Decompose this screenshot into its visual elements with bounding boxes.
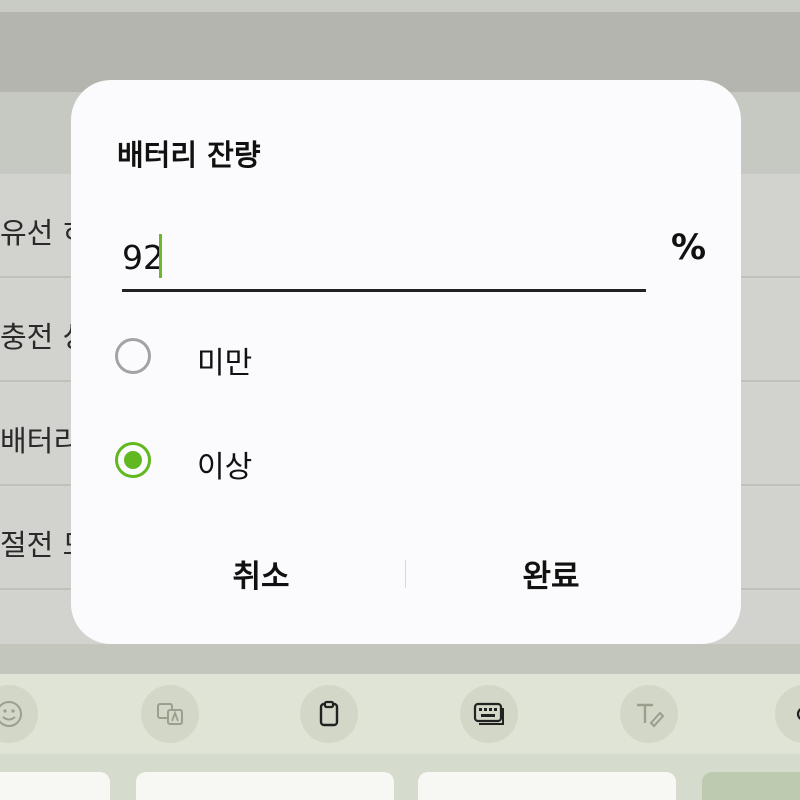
radio-button-below[interactable]: [115, 338, 151, 374]
keyboard-key[interactable]: [0, 772, 110, 800]
radio-button-above[interactable]: [115, 442, 151, 478]
dialog-title: 배터리 잔량: [117, 138, 261, 172]
cancel-button[interactable]: 취소: [161, 548, 361, 598]
clipboard-icon[interactable]: [300, 685, 358, 743]
option-below[interactable]: 미만: [115, 326, 675, 386]
more-icon[interactable]: [775, 685, 800, 743]
keyboard-keys: [0, 754, 800, 800]
option-label-above: 이상: [197, 450, 253, 485]
background-footer: [0, 644, 800, 674]
option-above[interactable]: 이상: [115, 430, 675, 490]
keyboard-icon[interactable]: [460, 685, 518, 743]
translate-icon[interactable]: [141, 685, 199, 743]
battery-level-value[interactable]: 92: [122, 238, 164, 277]
keyboard-key[interactable]: [136, 772, 394, 800]
battery-level-dialog: 배터리 잔량 92 % 미만 이상 취소 완료: [71, 80, 741, 644]
handwriting-icon[interactable]: [620, 685, 678, 743]
status-bar: [0, 0, 800, 12]
emoji-icon[interactable]: [0, 685, 38, 743]
button-divider: [405, 560, 406, 588]
keyboard-toolbar: [0, 674, 800, 754]
text-caret: [159, 234, 162, 278]
background-row-label: 배터리: [0, 424, 81, 458]
battery-level-input[interactable]: 92: [122, 230, 646, 292]
done-button[interactable]: 완료: [451, 548, 651, 598]
keyboard-key[interactable]: [702, 772, 800, 800]
keyboard-key[interactable]: [418, 772, 676, 800]
unit-label: %: [671, 228, 707, 268]
option-label-below: 미만: [197, 346, 253, 381]
